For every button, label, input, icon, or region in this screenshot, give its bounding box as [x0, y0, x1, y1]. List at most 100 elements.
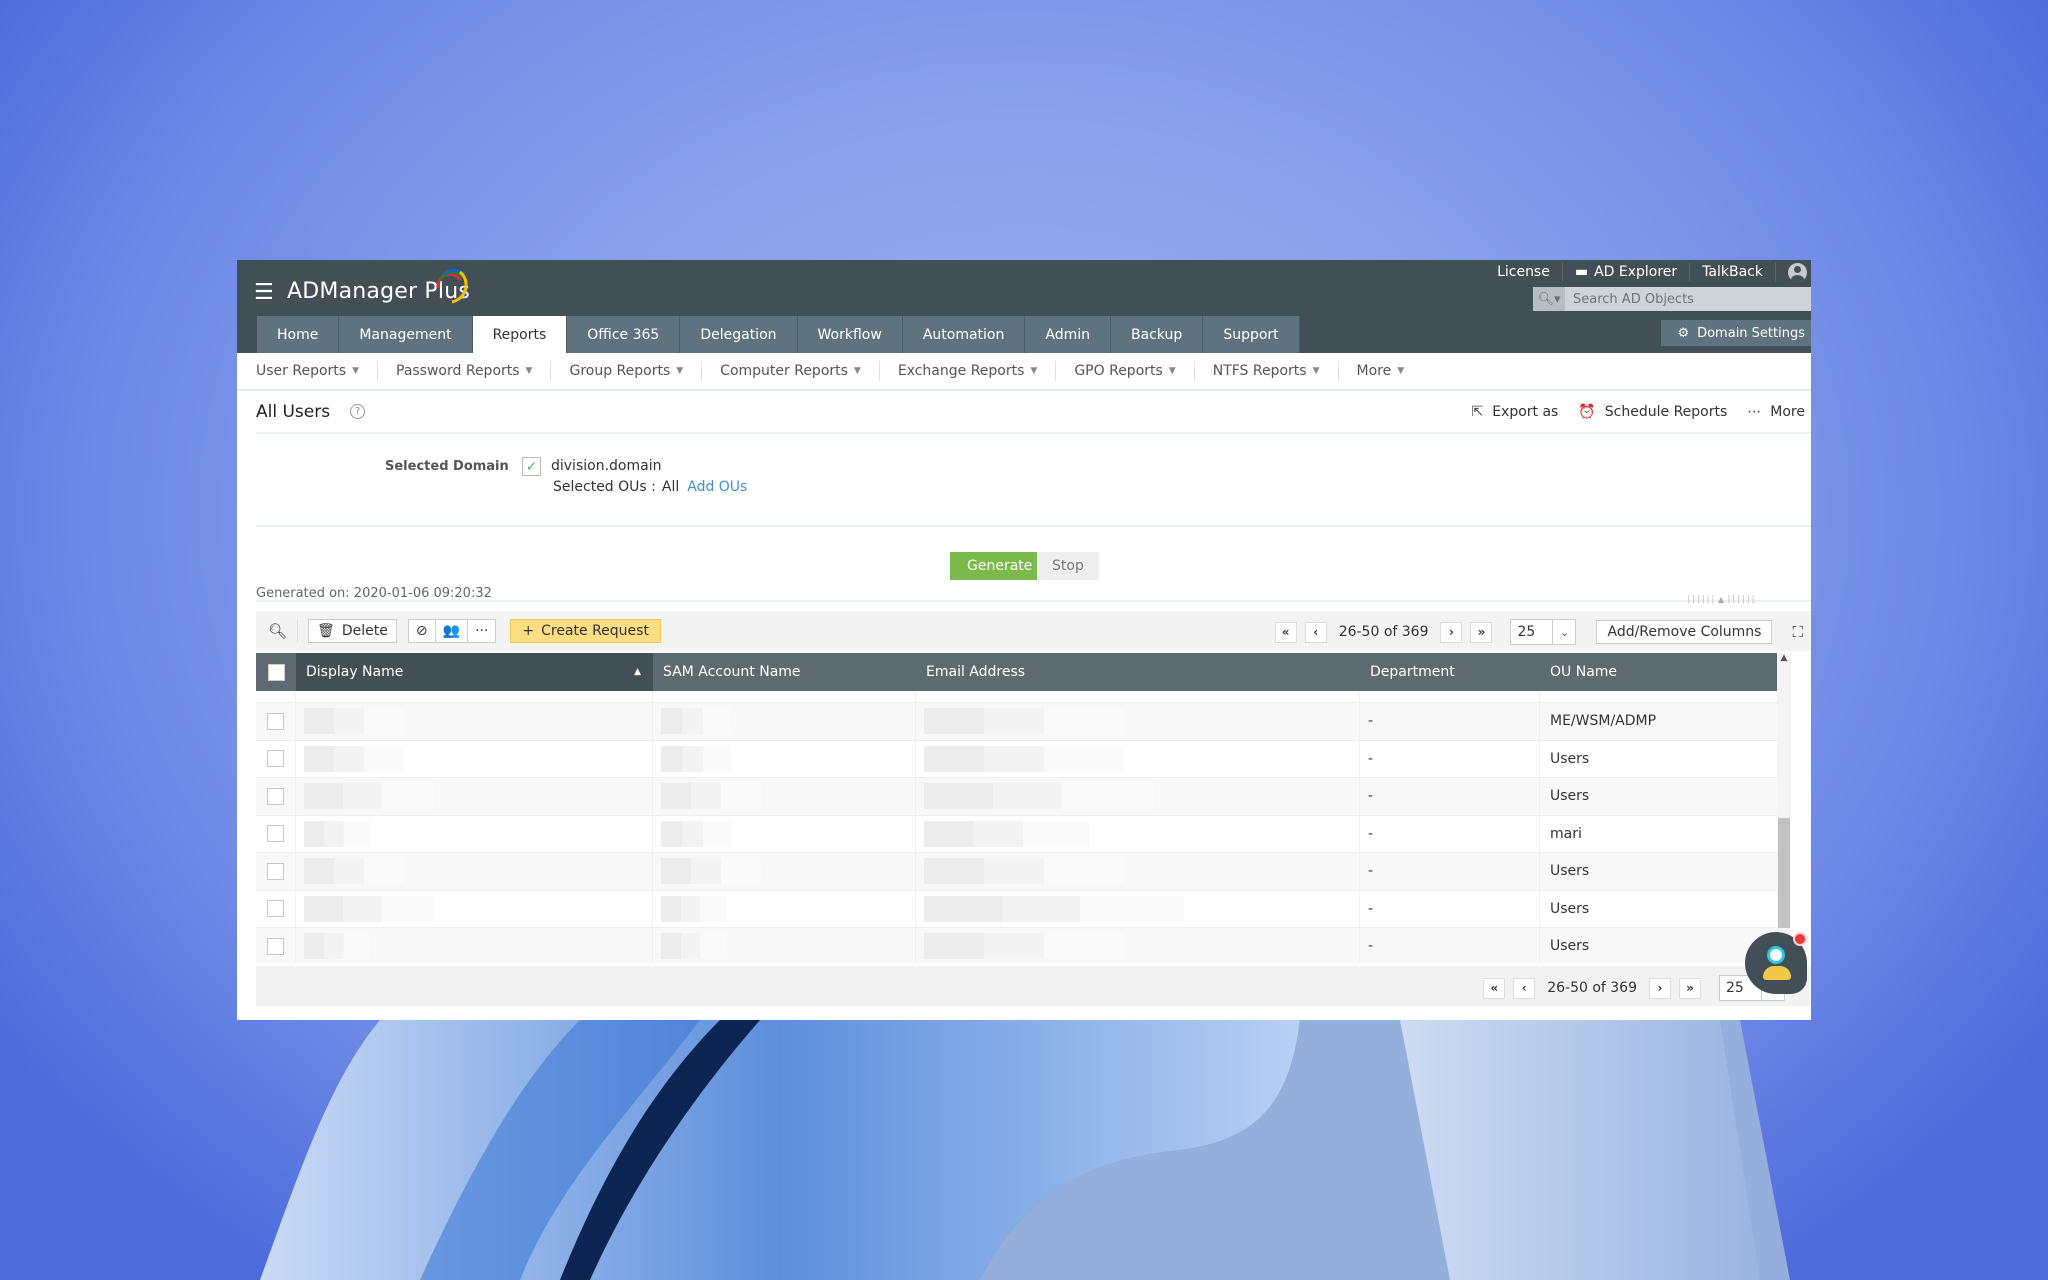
first-page-button[interactable]: « [1274, 621, 1297, 643]
last-page-button[interactable]: » [1470, 621, 1493, 643]
table-row[interactable]: - Users [256, 778, 1791, 816]
move-user-button[interactable]: 👥 [434, 619, 467, 643]
selected-ous: Selected OUs : All Add OUs [553, 479, 747, 495]
menu-ntfs-reports[interactable]: NTFS Reports ▼ [1195, 361, 1339, 381]
redacted-display-name [304, 895, 434, 922]
domain-settings-button[interactable]: ⚙ Domain Settings [1661, 320, 1811, 346]
table-row[interactable]: - Users [256, 890, 1791, 928]
domain-name: division.domain [551, 458, 662, 474]
more-label: More [1770, 403, 1805, 420]
hamburger-menu-icon[interactable]: ☰ [254, 282, 274, 304]
first-page-button[interactable]: « [1483, 977, 1506, 999]
tab-office-365[interactable]: Office 365 [567, 316, 681, 353]
display-name-cell [296, 691, 653, 702]
table-row[interactable]: - Users [256, 853, 1791, 891]
redacted-sam [661, 895, 727, 922]
caret-down-icon: ▼ [525, 366, 533, 376]
add-remove-columns-button[interactable]: Add/Remove Columns [1596, 620, 1773, 644]
export-as-button[interactable]: ⇱ Export as [1471, 404, 1558, 420]
search-dropdown-icon[interactable]: 🔍︎▾ [1533, 287, 1565, 311]
menu-password-reports[interactable]: Password Reports ▼ [378, 361, 552, 381]
create-request-button[interactable]: + Create Request [510, 619, 661, 643]
tab-backup[interactable]: Backup [1110, 316, 1204, 353]
tab-admin[interactable]: Admin [1025, 316, 1111, 353]
table-row[interactable]: - ME/WSM/ADMP [256, 703, 1791, 741]
select-all-checkbox[interactable] [267, 663, 285, 681]
menu-label: User Reports [256, 363, 347, 379]
row-checkbox[interactable] [267, 712, 284, 730]
col-sam-account-name[interactable]: SAM Account Name [653, 653, 916, 691]
page-size-select[interactable]: 25 ⌄ [1510, 619, 1577, 645]
tab-home[interactable]: Home [257, 316, 340, 353]
row-checkbox[interactable] [267, 937, 284, 955]
tab-workflow[interactable]: Workflow [797, 316, 903, 353]
last-page-button[interactable]: » [1679, 977, 1701, 999]
col-ou-name[interactable]: OU Name [1540, 653, 1791, 691]
caret-down-icon: ▼ [853, 366, 861, 376]
delete-button[interactable]: 🗑 Delete [308, 619, 397, 643]
scrollbar-thumb[interactable] [1778, 818, 1790, 928]
help-icon[interactable]: ? [350, 404, 366, 419]
prev-page-button[interactable]: ‹ [1513, 977, 1536, 999]
tab-automation[interactable]: Automation [902, 316, 1026, 353]
redacted-email [924, 895, 1184, 922]
table-row[interactable]: - mari [256, 815, 1791, 853]
search-ad-objects: 🔍︎▾ [1533, 287, 1811, 311]
menu-user-reports[interactable]: User Reports ▼ [256, 361, 378, 381]
scroll-up-icon[interactable]: ▲ [1777, 653, 1791, 663]
menu-gpo-reports[interactable]: GPO Reports ▼ [1056, 361, 1195, 381]
fullscreen-icon[interactable]: ⛶ [1792, 623, 1803, 641]
next-page-button[interactable]: › [1649, 977, 1671, 999]
license-link[interactable]: License [1485, 263, 1563, 281]
menu-group-reports[interactable]: Group Reports ▼ [551, 361, 703, 381]
tab-reports[interactable]: Reports [472, 316, 568, 353]
collapse-panel-handle[interactable]: ┆┆┆┆┆┆ ▲ ┆┆┆┆┆┆ [1671, 595, 1771, 605]
export-label: Export as [1492, 403, 1559, 420]
tab-support[interactable]: Support [1203, 316, 1300, 353]
search-filter-icon[interactable]: 🔍︎ [268, 622, 287, 640]
generate-button[interactable]: Generate [950, 552, 1050, 580]
menu-exchange-reports[interactable]: Exchange Reports ▼ [880, 361, 1057, 381]
delete-label: Delete [341, 623, 388, 639]
stop-button[interactable]: Stop [1037, 552, 1099, 580]
disable-button[interactable]: ⊘ [407, 619, 435, 643]
add-ous-link[interactable]: Add OUs [687, 479, 747, 495]
more-actions-dots-button[interactable]: ··· [467, 619, 497, 643]
menu-label: Computer Reports [720, 363, 848, 379]
row-checkbox[interactable] [267, 825, 284, 843]
user-profile-button[interactable] [1776, 262, 1811, 282]
row-checkbox[interactable] [267, 900, 284, 918]
department-cell: - [1360, 853, 1540, 890]
prev-page-button[interactable]: ‹ [1304, 621, 1327, 643]
table-row[interactable]: - Users [256, 928, 1791, 963]
ad-explorer-link[interactable]: ▬ AD Explorer [1563, 263, 1691, 281]
row-checkbox[interactable] [267, 862, 284, 880]
menu-label: Group Reports [569, 363, 671, 379]
col-email-address[interactable]: Email Address [916, 653, 1360, 691]
department-cell: - [1360, 703, 1540, 740]
schedule-reports-button[interactable]: ⏰ Schedule Reports [1578, 404, 1727, 420]
row-checkbox[interactable] [267, 787, 284, 805]
tab-management[interactable]: Management [339, 316, 473, 353]
support-chat-bot-button[interactable] [1745, 932, 1807, 994]
more-actions-button[interactable]: ⋯ More [1747, 404, 1805, 420]
table-scrollbar[interactable]: ▲ [1777, 653, 1791, 963]
admanager-window: ☰ ADManager Plus License ▬ AD Explorer Ta… [237, 260, 1811, 1020]
talkback-link[interactable]: TalkBack [1690, 263, 1776, 281]
next-page-button[interactable]: › [1440, 621, 1463, 643]
tab-delegation[interactable]: Delegation [680, 316, 798, 353]
menu-label: Exchange Reports [897, 363, 1025, 379]
table-row-partial [256, 691, 1791, 703]
col-display-name[interactable]: Display Name ▲ [296, 653, 653, 691]
table-row[interactable]: - Users [256, 740, 1791, 778]
menu-label: More [1356, 363, 1392, 379]
menu-computer-reports[interactable]: Computer Reports ▼ [702, 361, 880, 381]
col-department[interactable]: Department [1360, 653, 1540, 691]
menu-more[interactable]: More ▼ [1339, 361, 1423, 381]
menu-label: NTFS Reports [1212, 363, 1307, 379]
ou-cell: Users [1550, 788, 1590, 805]
row-checkbox[interactable] [267, 750, 284, 768]
ou-cell: Users [1550, 750, 1590, 767]
domain-checkbox[interactable]: ✓ [522, 457, 541, 476]
search-input[interactable] [1565, 287, 1811, 311]
